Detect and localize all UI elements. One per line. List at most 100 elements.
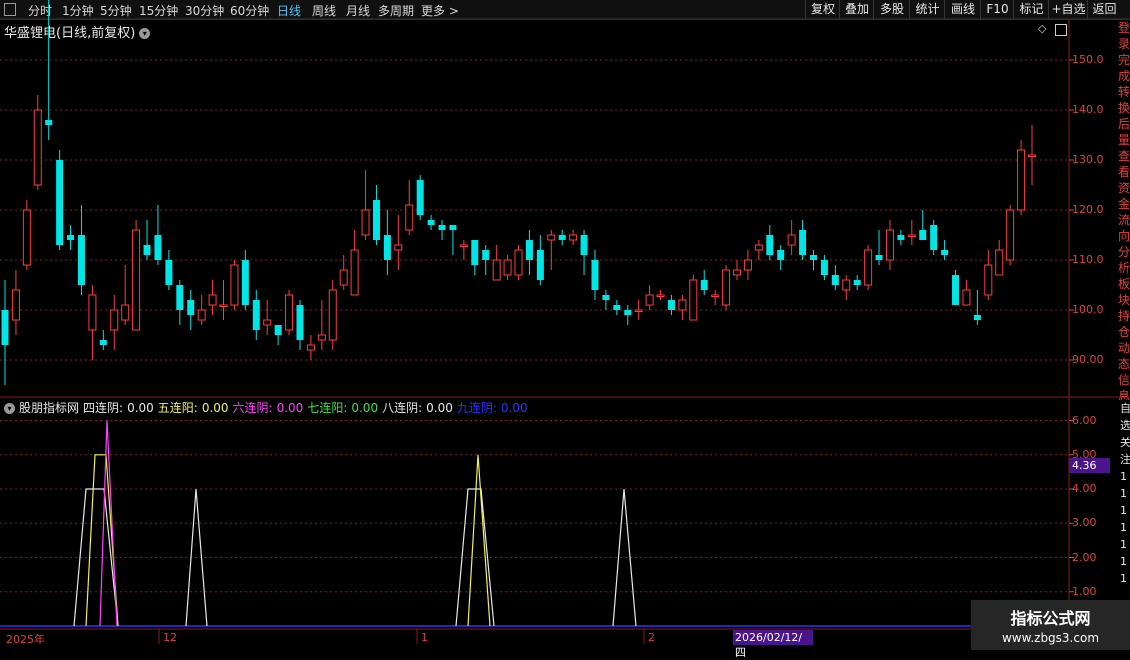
candle-body-up (733, 269, 742, 276)
candle-body-up (88, 294, 97, 331)
candle-body-up (394, 244, 403, 251)
candle-body-down (875, 255, 883, 260)
candle-body-up (492, 259, 501, 281)
candle-body-up (208, 294, 217, 306)
indicator-value-3: 0.00 (351, 401, 379, 415)
indicator-name: 股朋指标网 (19, 401, 80, 415)
candle-body-up (361, 209, 370, 236)
candle-body-down (383, 235, 391, 260)
candle-body-down (831, 275, 839, 285)
indicator-label-1: 五连阳: (157, 401, 198, 415)
kline-chart (0, 0, 1130, 644)
price-tick-label: 110.0 (1072, 253, 1104, 266)
price-tick-label: 100.0 (1072, 303, 1104, 316)
candle-body-down (471, 240, 479, 265)
candle-body-up (459, 244, 468, 247)
candle-body-down (482, 250, 490, 260)
indicator-tick-label: 1.00 (1072, 584, 1097, 598)
candle-body-down (777, 250, 785, 260)
candle-body-up (197, 309, 206, 321)
candle-body-down (820, 260, 828, 275)
watermark-title: 指标公式网 (1010, 609, 1091, 628)
candle-body-up (689, 279, 698, 321)
indicator-label-2: 六连阴: (232, 401, 273, 415)
indicator-label-4: 八连阴: (382, 401, 423, 415)
candle-body-down (930, 225, 938, 250)
candle-body-down (296, 305, 304, 340)
candle-body-down (602, 295, 610, 300)
candle-body-up (754, 244, 763, 251)
candle-body-up (645, 294, 654, 306)
candle-body-up (711, 294, 720, 297)
series-五连阳-peak (467, 454, 491, 627)
candle-body-down (56, 160, 64, 245)
date-tick-label: 1 (421, 631, 428, 644)
candle-body-down (558, 235, 566, 240)
indicator-label-0: 四连阴: (83, 401, 124, 415)
candle-body-up (405, 204, 414, 231)
indicator-value-2: 0.00 (276, 401, 304, 415)
candle-body-up (907, 234, 916, 237)
candle-body-down (154, 235, 162, 260)
price-tick-label: 130.0 (1072, 153, 1104, 166)
candle-body-up (995, 249, 1004, 276)
candle-body-down (77, 235, 85, 285)
candle-body-down (766, 235, 774, 255)
candle-body-up (656, 294, 665, 297)
price-tick-label: 140.0 (1072, 103, 1104, 116)
candle-body-up (350, 249, 359, 296)
candle-body-down (99, 340, 107, 345)
current-value-badge: 4.36 (1069, 458, 1110, 473)
candle-body-up (885, 229, 894, 261)
candle-body-down (449, 225, 457, 230)
candle-body-up (219, 304, 228, 307)
candle-body-up (984, 264, 993, 296)
indicator-tick-label: 3.00 (1072, 516, 1097, 530)
candle-body-down (919, 230, 927, 240)
candle-body-up (285, 294, 294, 331)
date-tick-label: 12 (163, 631, 177, 644)
candle-body-down (667, 300, 675, 310)
candle-body-down (941, 250, 949, 255)
candle-body-down (536, 250, 544, 280)
candle-body-down (241, 260, 249, 305)
candle-body-down (853, 280, 861, 285)
indicator-value-5: 0.00 (500, 401, 528, 415)
date-tick-label: 2 (648, 631, 655, 644)
candle-body-down (952, 275, 960, 305)
candle-body-down (427, 220, 435, 225)
candle-body-up (317, 334, 326, 341)
candle-body-down (809, 255, 817, 260)
date-cursor-label: 2026/02/12/四 (733, 630, 813, 659)
candle-body-up (33, 109, 42, 186)
candle-body-up (263, 319, 272, 326)
chevron-down-icon[interactable]: ▾ (4, 403, 15, 414)
candle-body-up (1017, 149, 1026, 211)
candle-body-up (11, 289, 20, 321)
candle-body-down (799, 230, 807, 255)
indicator-label-3: 七连阳: (307, 401, 348, 415)
candle-body-down (438, 225, 446, 230)
candle-body-up (132, 229, 141, 331)
candle-body-up (503, 259, 512, 276)
candle-body-down (187, 300, 195, 315)
candle-body-up (328, 289, 337, 341)
candle-body-up (787, 234, 796, 246)
candle-body-up (842, 279, 851, 291)
candle-body-up (1028, 154, 1036, 157)
price-tick-label: 90.00 (1072, 353, 1104, 366)
candle-body-up (547, 234, 556, 241)
candle-body-up (339, 269, 348, 286)
candle-body-down (416, 180, 424, 215)
date-tick-label: 2025年 (6, 633, 45, 646)
candle-body-down (1, 310, 9, 345)
candle-body-down (525, 240, 533, 260)
candle-body-down (176, 285, 184, 310)
candle-body-down (897, 235, 905, 240)
candle-body-up (22, 209, 31, 266)
candle-body-up (962, 289, 971, 306)
indicator-tick-label: 6.00 (1072, 413, 1097, 427)
indicator-side-text: 自选关注1111111 (1120, 402, 1130, 585)
candle-body-up (864, 249, 873, 286)
candle-body-up (569, 234, 578, 241)
